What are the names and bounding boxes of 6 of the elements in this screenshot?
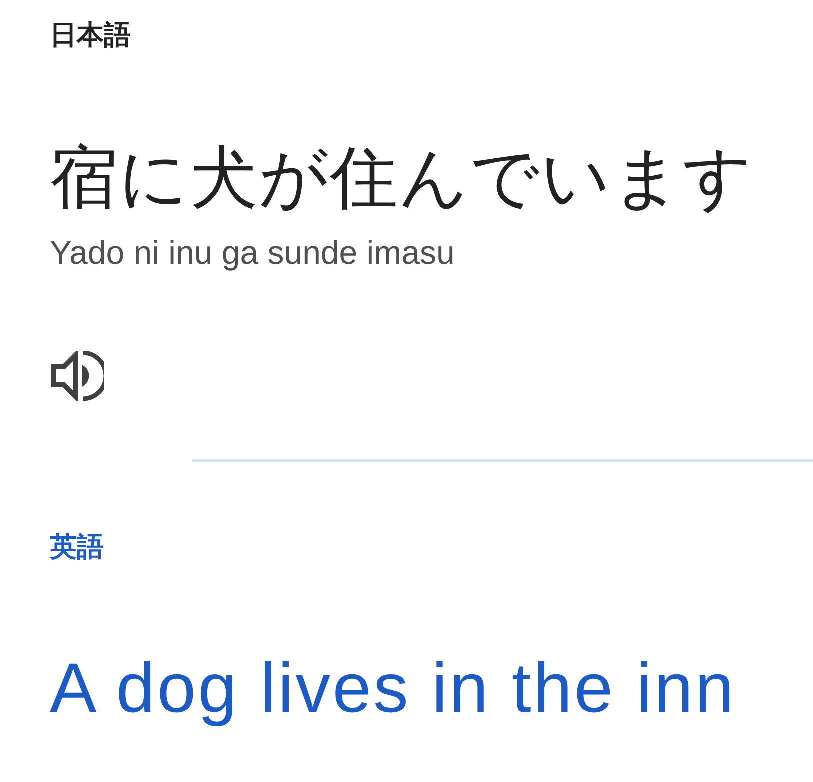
translation-text: A dog lives in the inn [50,648,736,729]
source-text: 宿に犬が住んでいます [50,138,754,220]
target-language-label: 英語 [50,531,104,565]
source-language-label: 日本語 [50,19,131,53]
romanization-text: Yado ni inu ga sunde imasu [50,233,455,273]
speaker-icon[interactable] [50,351,104,401]
